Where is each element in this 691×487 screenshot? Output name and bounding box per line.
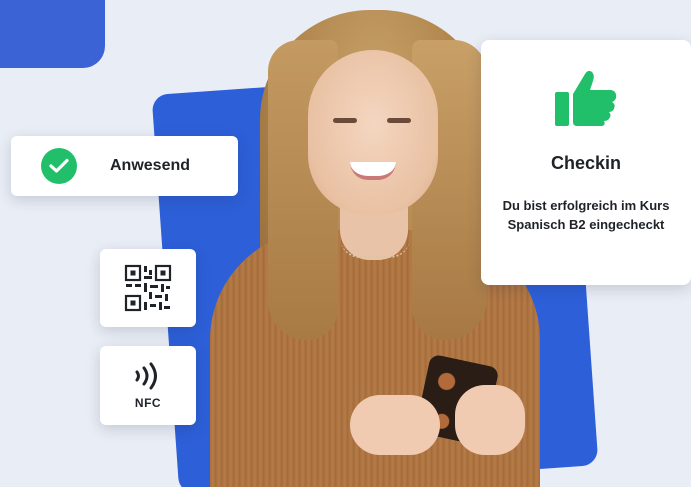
qr-code-icon xyxy=(124,264,172,312)
qr-code-card[interactable] xyxy=(100,249,196,327)
corner-decoration xyxy=(0,0,105,68)
checkin-card: Checkin Du bist erfolgreich im Kurs Span… xyxy=(481,40,691,285)
attendance-label: Anwesend xyxy=(110,157,191,174)
thumbs-up-icon xyxy=(553,68,619,133)
left-eye-shape xyxy=(333,118,357,123)
checkin-title: Checkin xyxy=(550,153,622,173)
checkin-message: Du bist erfolgreich im Kurs Spanisch B2 … xyxy=(502,198,670,232)
nfc-card[interactable]: NFC xyxy=(100,346,196,425)
necklace-shape xyxy=(340,238,410,258)
left-hand-shape xyxy=(350,395,440,455)
nfc-label: NFC xyxy=(134,395,162,410)
nfc-icon xyxy=(135,362,157,389)
right-eye-shape xyxy=(387,118,411,123)
face-shape xyxy=(308,50,438,215)
right-hand-shape xyxy=(455,385,525,455)
check-circle-icon xyxy=(41,148,77,184)
attendance-card: Anwesend xyxy=(11,136,238,196)
